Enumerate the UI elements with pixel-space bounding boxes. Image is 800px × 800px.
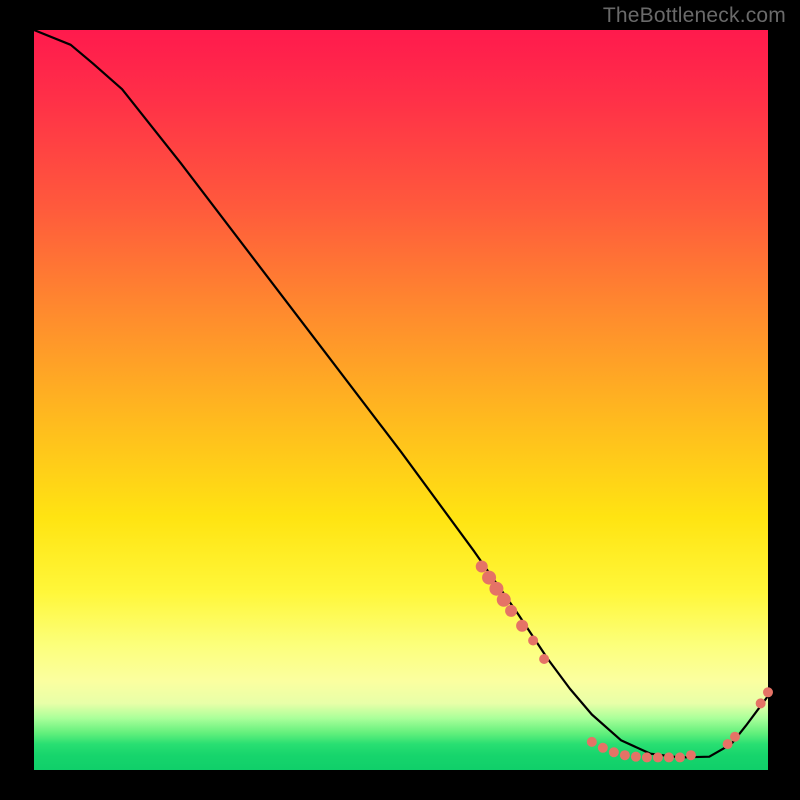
marker-dot: [539, 654, 549, 664]
marker-dot: [686, 750, 696, 760]
marker-dot: [653, 752, 663, 762]
marker-dot: [505, 605, 517, 617]
marker-dot: [609, 747, 619, 757]
marker-dot: [528, 636, 538, 646]
bottleneck-curve: [34, 30, 768, 757]
marker-dot: [476, 561, 488, 573]
marker-dot: [730, 732, 740, 742]
marker-dot: [631, 752, 641, 762]
marker-dot: [516, 620, 528, 632]
marker-dot: [756, 698, 766, 708]
marker-dot: [620, 750, 630, 760]
watermark-label: TheBottleneck.com: [603, 4, 786, 28]
chart-stage: TheBottleneck.com: [0, 0, 800, 800]
marker-dot: [763, 687, 773, 697]
marker-dot: [675, 752, 685, 762]
chart-plot-area: [34, 30, 768, 770]
chart-svg: [34, 30, 768, 770]
marker-dot: [664, 752, 674, 762]
marker-dot: [497, 593, 511, 607]
marker-dot: [642, 752, 652, 762]
highlight-markers: [476, 561, 773, 763]
marker-dot: [587, 737, 597, 747]
marker-dot: [723, 739, 733, 749]
marker-dot: [598, 743, 608, 753]
